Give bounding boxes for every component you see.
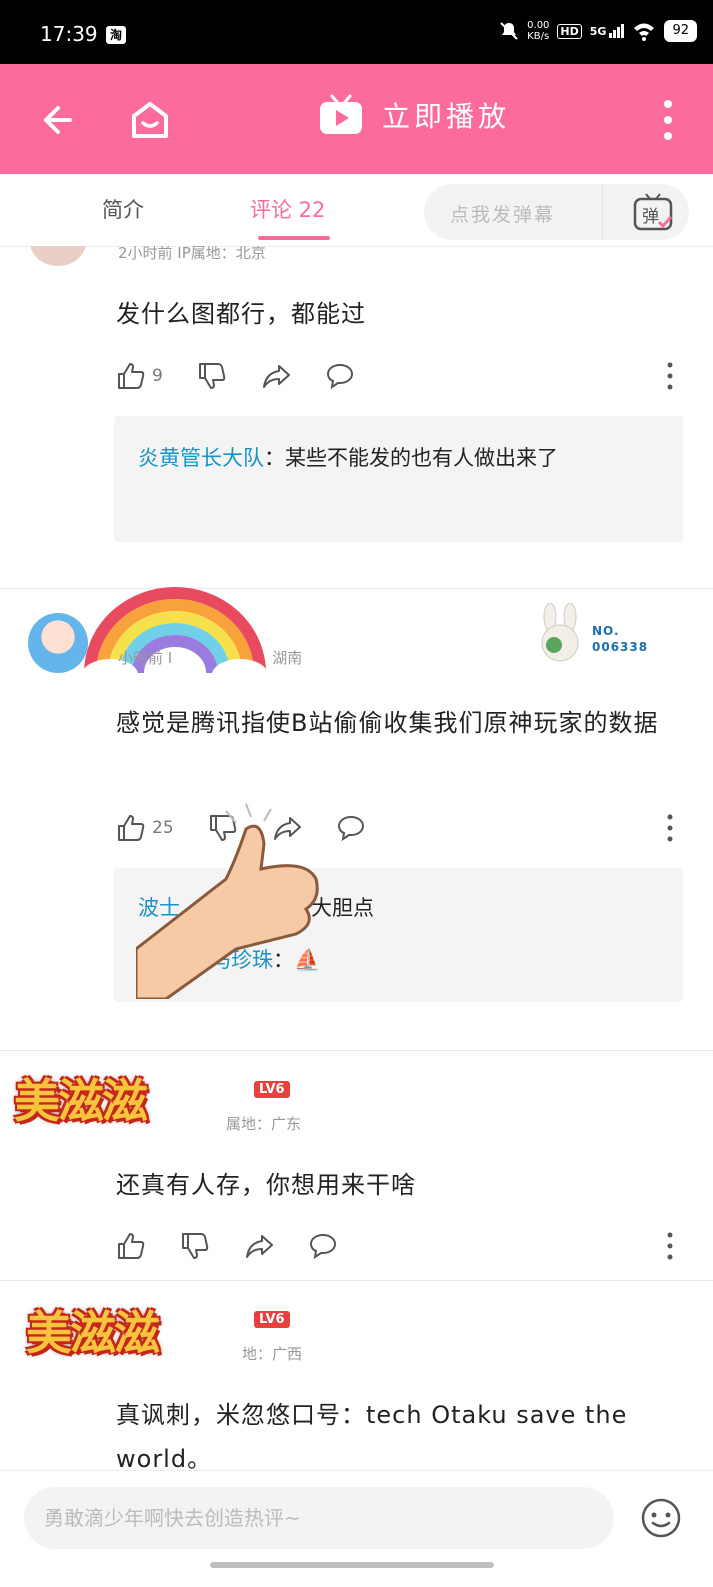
share-icon	[262, 365, 290, 388]
avatar[interactable]	[28, 613, 88, 673]
comment-actions: 9	[116, 359, 389, 393]
reply-preview[interactable]: 炎黄管长大队：某些不能发的也有人做出来了	[114, 416, 683, 542]
status-icons: 0.00 KB/s HD 5G 92	[499, 20, 697, 42]
share-button[interactable]	[244, 1231, 274, 1261]
app-bar: 立即播放	[0, 64, 713, 174]
rainbow-decoration-icon	[82, 587, 268, 691]
reply-item: 炎黄管长大队：某些不能发的也有人做出来了	[138, 436, 663, 480]
taobao-notification-icon: 淘	[106, 26, 126, 44]
bottom-comment-bar	[0, 1470, 713, 1587]
like-button[interactable]	[116, 1231, 146, 1261]
speech-bubble-icon	[326, 363, 353, 390]
share-button[interactable]	[261, 361, 291, 391]
level-badge: LV6	[254, 1081, 290, 1098]
comment-item: 美滋滋 LV6 属地：广东 还真有人存，你想用来干啥	[0, 1051, 713, 1280]
comment-item: 小时前 I 湖南 NO. 006338 感觉是腾讯指使B站偷偷收集我们原神玩家的数…	[0, 587, 713, 1050]
comment-actions	[116, 1229, 372, 1263]
comment-item: 2小时前 IP属地：北京 发什么图都行，都能过 9 炎黄管长大队：某些不能发的也…	[0, 246, 713, 588]
comment-text: 真讽刺，米忽悠口号：tech Otaku save the world。	[116, 1401, 628, 1470]
avatar-sticker[interactable]: 美滋滋	[26, 1297, 160, 1363]
reply-button[interactable]	[308, 1231, 338, 1261]
comment-meta: 地：广西	[242, 1345, 303, 1363]
tab-bar: 简介 评论 22 点我发弹幕 弹	[0, 174, 713, 247]
active-tab-indicator	[258, 236, 330, 240]
danmaku-toggle-icon[interactable]: 弹	[631, 190, 675, 234]
network-speed: 0.00 KB/s	[527, 20, 550, 42]
dislike-button[interactable]	[180, 1231, 210, 1261]
thumbs-down-icon	[182, 1233, 209, 1259]
dislike-button[interactable]	[197, 361, 227, 391]
hd-icon: HD	[557, 23, 582, 39]
thumbs-up-sticker-icon	[136, 803, 319, 999]
thumbs-down-icon	[198, 363, 226, 389]
share-icon	[246, 1235, 273, 1258]
speech-bubble-icon	[337, 815, 364, 842]
comment-meta: 2小时前 IP属地：北京	[118, 246, 266, 262]
mute-icon	[500, 22, 518, 40]
send-danmaku-button[interactable]: 点我发弹幕 弹	[424, 184, 689, 240]
reply-button[interactable]	[336, 813, 366, 843]
comment-input[interactable]	[24, 1487, 614, 1549]
signal-5g-icon: 5G	[590, 24, 625, 38]
tv-play-icon	[320, 94, 362, 134]
play-now-label: 立即播放	[382, 100, 511, 133]
speech-bubble-icon	[309, 1233, 337, 1260]
avatar-sticker[interactable]: 美滋滋	[14, 1065, 148, 1131]
comment-more-icon[interactable]	[667, 1232, 673, 1260]
reply-button[interactable]	[325, 361, 355, 391]
comment-text: 感觉是腾讯指使B站偷偷收集我们原神玩家的数据	[116, 709, 659, 737]
comment-list[interactable]: 2小时前 IP属地：北京 发什么图都行，都能过 9 炎黄管长大队：某些不能发的也…	[0, 246, 713, 1470]
thumbs-up-icon	[118, 363, 145, 389]
comment-more-icon[interactable]	[667, 814, 673, 842]
like-button[interactable]: 9	[116, 361, 163, 391]
back-arrow-icon[interactable]	[36, 100, 76, 140]
bunny-mascot-icon	[541, 602, 579, 662]
comment-more-icon[interactable]	[667, 362, 673, 390]
more-vertical-icon[interactable]	[663, 98, 673, 142]
clock: 17:39	[40, 22, 98, 46]
emoji-icon[interactable]	[640, 1497, 682, 1539]
avatar[interactable]	[30, 246, 86, 266]
status-bar: 17:39 淘 0.00 KB/s HD 5G 92	[0, 0, 713, 64]
comment-meta: 小时前 I 湖南	[118, 649, 303, 667]
danmaku-placeholder: 点我发弹幕	[450, 204, 556, 226]
comment-meta: 属地：广东	[226, 1115, 302, 1133]
reply-text: ：某些不能发的也有人做出来了	[264, 446, 558, 470]
tab-comments[interactable]: 评论 22	[250, 194, 325, 224]
level-badge: LV6	[254, 1311, 290, 1328]
fan-badge[interactable]: NO. 006338	[532, 602, 662, 665]
battery-indicator: 92	[664, 20, 697, 42]
thumbs-up-icon	[118, 1233, 145, 1259]
wifi-icon	[634, 23, 655, 41]
play-now-button[interactable]: 立即播放	[318, 94, 510, 136]
home-indicator[interactable]	[210, 1562, 494, 1568]
home-icon[interactable]	[128, 98, 172, 142]
comment-text: 发什么图都行，都能过	[116, 300, 366, 328]
reply-username[interactable]: 炎黄管长大队	[138, 446, 264, 470]
tab-intro[interactable]: 简介	[102, 194, 144, 224]
comment-text: 还真有人存，你想用来干啥	[116, 1171, 416, 1199]
comment-item: 美滋滋 LV6 地：广西 真讽刺，米忽悠口号：tech Otaku save t…	[0, 1281, 713, 1470]
like-count: 9	[152, 366, 163, 386]
